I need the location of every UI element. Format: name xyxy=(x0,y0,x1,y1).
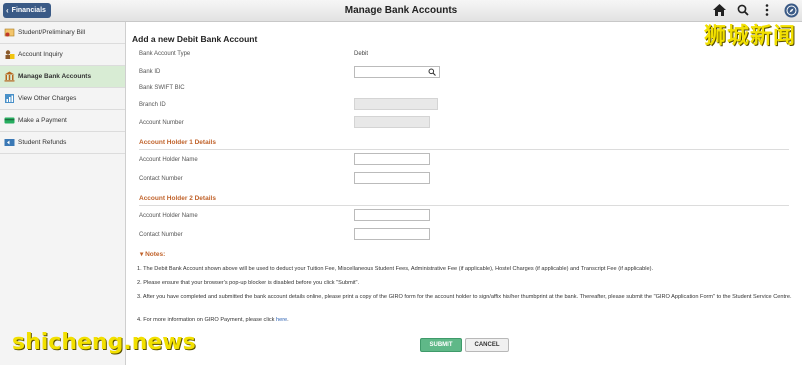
holder1-name-input[interactable] xyxy=(354,153,430,165)
holder1-contact-input[interactable] xyxy=(354,172,430,184)
sidebar-item-student-bill[interactable]: Student/Preliminary Bill xyxy=(0,22,125,44)
account-number-field xyxy=(354,116,430,128)
top-icons xyxy=(711,2,799,18)
notes-toggle[interactable]: ▾ Notes: xyxy=(140,250,165,258)
watermark-english: shicheng.news xyxy=(12,330,196,355)
bank-account-type-label: Bank Account Type xyxy=(139,51,191,57)
holder2-name-input[interactable] xyxy=(354,209,430,221)
sidebar-item-label: Student Refunds xyxy=(18,139,67,146)
note-item: 2. Please ensure that your browser's pop… xyxy=(137,280,360,286)
payment-icon xyxy=(4,115,15,126)
more-vertical-icon[interactable] xyxy=(759,2,775,18)
holder1-section-heading: Account Holder 1 Details xyxy=(139,139,216,146)
navbar-compass-icon[interactable] xyxy=(783,2,799,18)
holder1-contact-label: Contact Number xyxy=(139,176,183,182)
caret-down-icon: ▾ xyxy=(140,251,144,258)
page-title: Manage Bank Accounts xyxy=(344,5,458,16)
holder2-section-heading: Account Holder 2 Details xyxy=(139,195,216,202)
bill-icon xyxy=(4,27,15,38)
refunds-icon xyxy=(4,137,15,148)
holder2-contact-label: Contact Number xyxy=(139,232,183,238)
holder1-name-label: Account Holder Name xyxy=(139,157,198,163)
bank-id-field[interactable] xyxy=(354,66,440,78)
note-item: 1. The Debit Bank Account shown above wi… xyxy=(137,266,654,272)
sidebar-item-label: Make a Payment xyxy=(18,117,67,124)
sidebar-item-label: View Other Charges xyxy=(18,95,77,102)
account-number-label: Account Number xyxy=(139,120,184,126)
holder2-name-label: Account Holder Name xyxy=(139,213,198,219)
sidebar-item-make-a-payment[interactable]: Make a Payment xyxy=(0,110,125,132)
sidebar-item-account-inquiry[interactable]: Account Inquiry xyxy=(0,44,125,66)
note-item-text: 4. For more information on GIRO Payment,… xyxy=(137,317,276,323)
top-bar: ‹ Financials Manage Bank Accounts xyxy=(0,0,802,22)
note-item: 3. After you have completed and submitte… xyxy=(137,294,792,300)
holder2-contact-input[interactable] xyxy=(354,228,430,240)
sidebar-item-manage-bank-accounts[interactable]: Manage Bank Accounts xyxy=(0,66,125,88)
bank-id-label: Bank ID xyxy=(139,69,161,75)
sidebar-item-label: Student/Preliminary Bill xyxy=(18,29,86,36)
search-icon[interactable] xyxy=(735,2,751,18)
bank-account-type-value: Debit xyxy=(354,51,369,57)
bank-icon xyxy=(4,71,15,82)
branch-id-label: Branch ID xyxy=(139,102,166,108)
bank-id-lookup-icon[interactable] xyxy=(428,68,436,78)
note-item-4: 4. For more information on GIRO Payment,… xyxy=(137,316,797,324)
notes-heading: Notes: xyxy=(145,251,166,258)
watermark-chinese: 狮城新闻 xyxy=(703,24,796,49)
sidebar-item-view-other-charges[interactable]: View Other Charges xyxy=(0,88,125,110)
charges-icon xyxy=(4,93,15,104)
home-icon[interactable] xyxy=(711,2,727,18)
sidebar-item-student-refunds[interactable]: Student Refunds xyxy=(0,132,125,154)
bank-swift-label: Bank SWIFT BIC xyxy=(139,85,185,91)
sidebar-item-label: Manage Bank Accounts xyxy=(18,73,92,80)
giro-info-link[interactable]: here xyxy=(276,317,287,323)
note-item-suffix: . xyxy=(287,317,289,323)
section-divider xyxy=(139,149,789,150)
section-divider xyxy=(139,205,789,206)
account-inquiry-icon xyxy=(4,49,15,60)
cancel-button[interactable]: CANCEL xyxy=(465,338,509,352)
sidebar-item-label: Account Inquiry xyxy=(18,51,63,58)
form-title: Add a new Debit Bank Account xyxy=(132,34,258,44)
submit-button[interactable]: SUBMIT xyxy=(420,338,462,352)
branch-id-field xyxy=(354,98,438,110)
sidebar: Student/Preliminary Bill Account Inquiry… xyxy=(0,22,126,365)
